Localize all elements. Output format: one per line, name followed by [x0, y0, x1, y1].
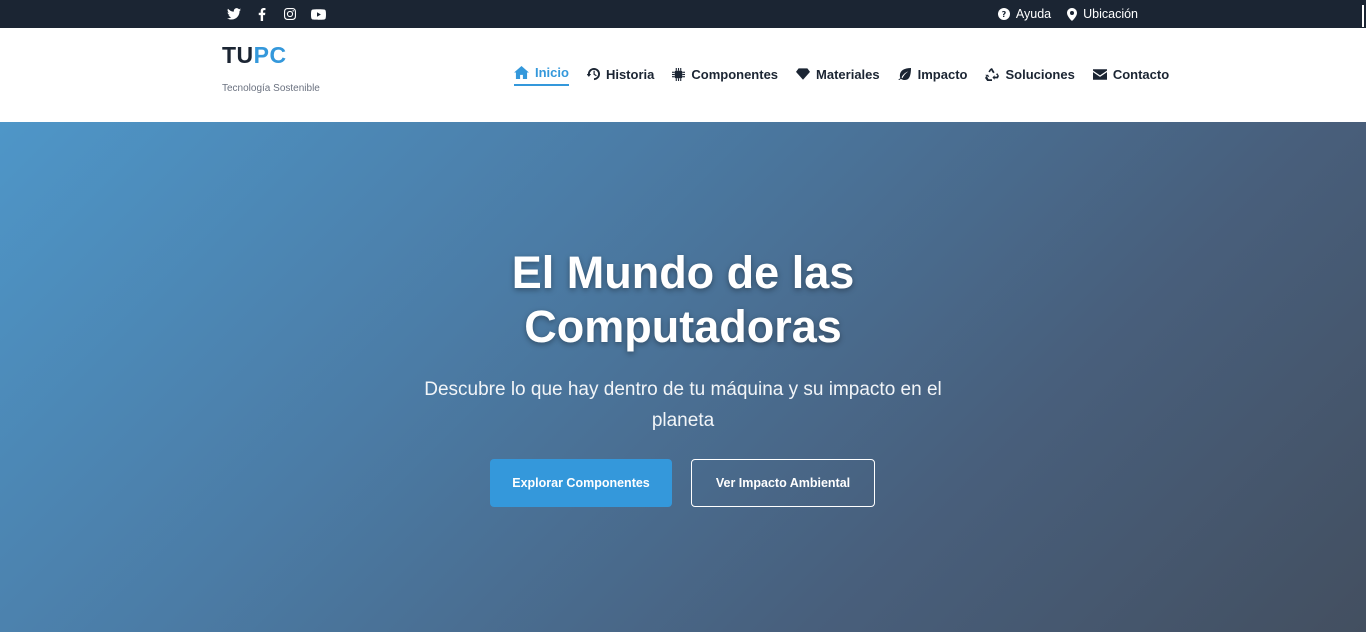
hero-title-line1: El Mundo de las — [511, 247, 855, 298]
nav-item-materiales[interactable]: Materiales — [796, 63, 880, 85]
youtube-icon[interactable] — [310, 6, 326, 22]
main-nav: Inicio Historia Componentes Materiales I… — [514, 62, 1169, 86]
question-circle-icon: ? — [997, 8, 1010, 20]
location-link[interactable]: Ubicación — [1067, 7, 1138, 21]
top-bar: ? Ayuda Ubicación — [0, 0, 1366, 28]
home-icon — [514, 65, 529, 79]
map-marker-icon — [1067, 7, 1078, 21]
hero-buttons: Explorar Componentes Ver Impacto Ambient… — [490, 459, 875, 507]
chip-icon — [672, 67, 686, 81]
history-icon — [586, 67, 600, 80]
nav-label: Inicio — [535, 64, 569, 80]
nav-label: Materiales — [816, 66, 880, 82]
envelope-icon — [1092, 68, 1107, 80]
hero-subtitle: Descubre lo que hay dentro de tu máquina… — [424, 379, 942, 431]
nav-label: Contacto — [1112, 66, 1170, 82]
nav-label: Historia — [605, 66, 655, 82]
location-label: Ubicación — [1083, 7, 1138, 21]
hero-title-line2: Computadoras — [524, 301, 842, 352]
help-link[interactable]: ? Ayuda — [997, 7, 1052, 21]
logo-text-accent: PC — [253, 42, 287, 68]
nav-item-componentes[interactable]: Componentes — [672, 63, 778, 85]
gem-icon — [796, 68, 811, 80]
nav-item-contacto[interactable]: Contacto — [1092, 63, 1170, 85]
instagram-icon[interactable] — [282, 6, 298, 22]
nav-item-impacto[interactable]: Impacto — [897, 63, 968, 85]
logo-text-dark: TU — [222, 42, 254, 68]
nav-label: Soluciones — [1005, 66, 1075, 82]
help-label: Ayuda — [1015, 7, 1052, 21]
leaf-icon — [897, 68, 911, 80]
site-header: TUPC Tecnología Sostenible Inicio Histor… — [0, 28, 1366, 122]
svg-text:?: ? — [1002, 10, 1007, 19]
nav-item-historia[interactable]: Historia — [586, 63, 655, 85]
twitter-icon[interactable] — [226, 6, 242, 22]
facebook-icon[interactable] — [254, 6, 270, 22]
recycle-icon — [985, 67, 1000, 81]
nav-item-inicio[interactable]: Inicio — [514, 62, 569, 86]
logo[interactable]: TUPC — [222, 42, 287, 69]
social-links — [226, 6, 326, 22]
tagline: Tecnología Sostenible — [222, 83, 320, 94]
hero-section: El Mundo de las Computadoras Descubre lo… — [0, 122, 1366, 632]
explore-components-button[interactable]: Explorar Componentes — [490, 459, 672, 507]
nav-label: Impacto — [917, 66, 968, 82]
scrollbar-indicator — [1362, 5, 1364, 27]
nav-item-soluciones[interactable]: Soluciones — [985, 63, 1075, 85]
environmental-impact-button[interactable]: Ver Impacto Ambiental — [691, 459, 875, 507]
top-links: ? Ayuda Ubicación — [997, 0, 1138, 28]
nav-label: Componentes — [691, 66, 779, 82]
hero-title: El Mundo de las Computadoras — [0, 246, 1366, 354]
